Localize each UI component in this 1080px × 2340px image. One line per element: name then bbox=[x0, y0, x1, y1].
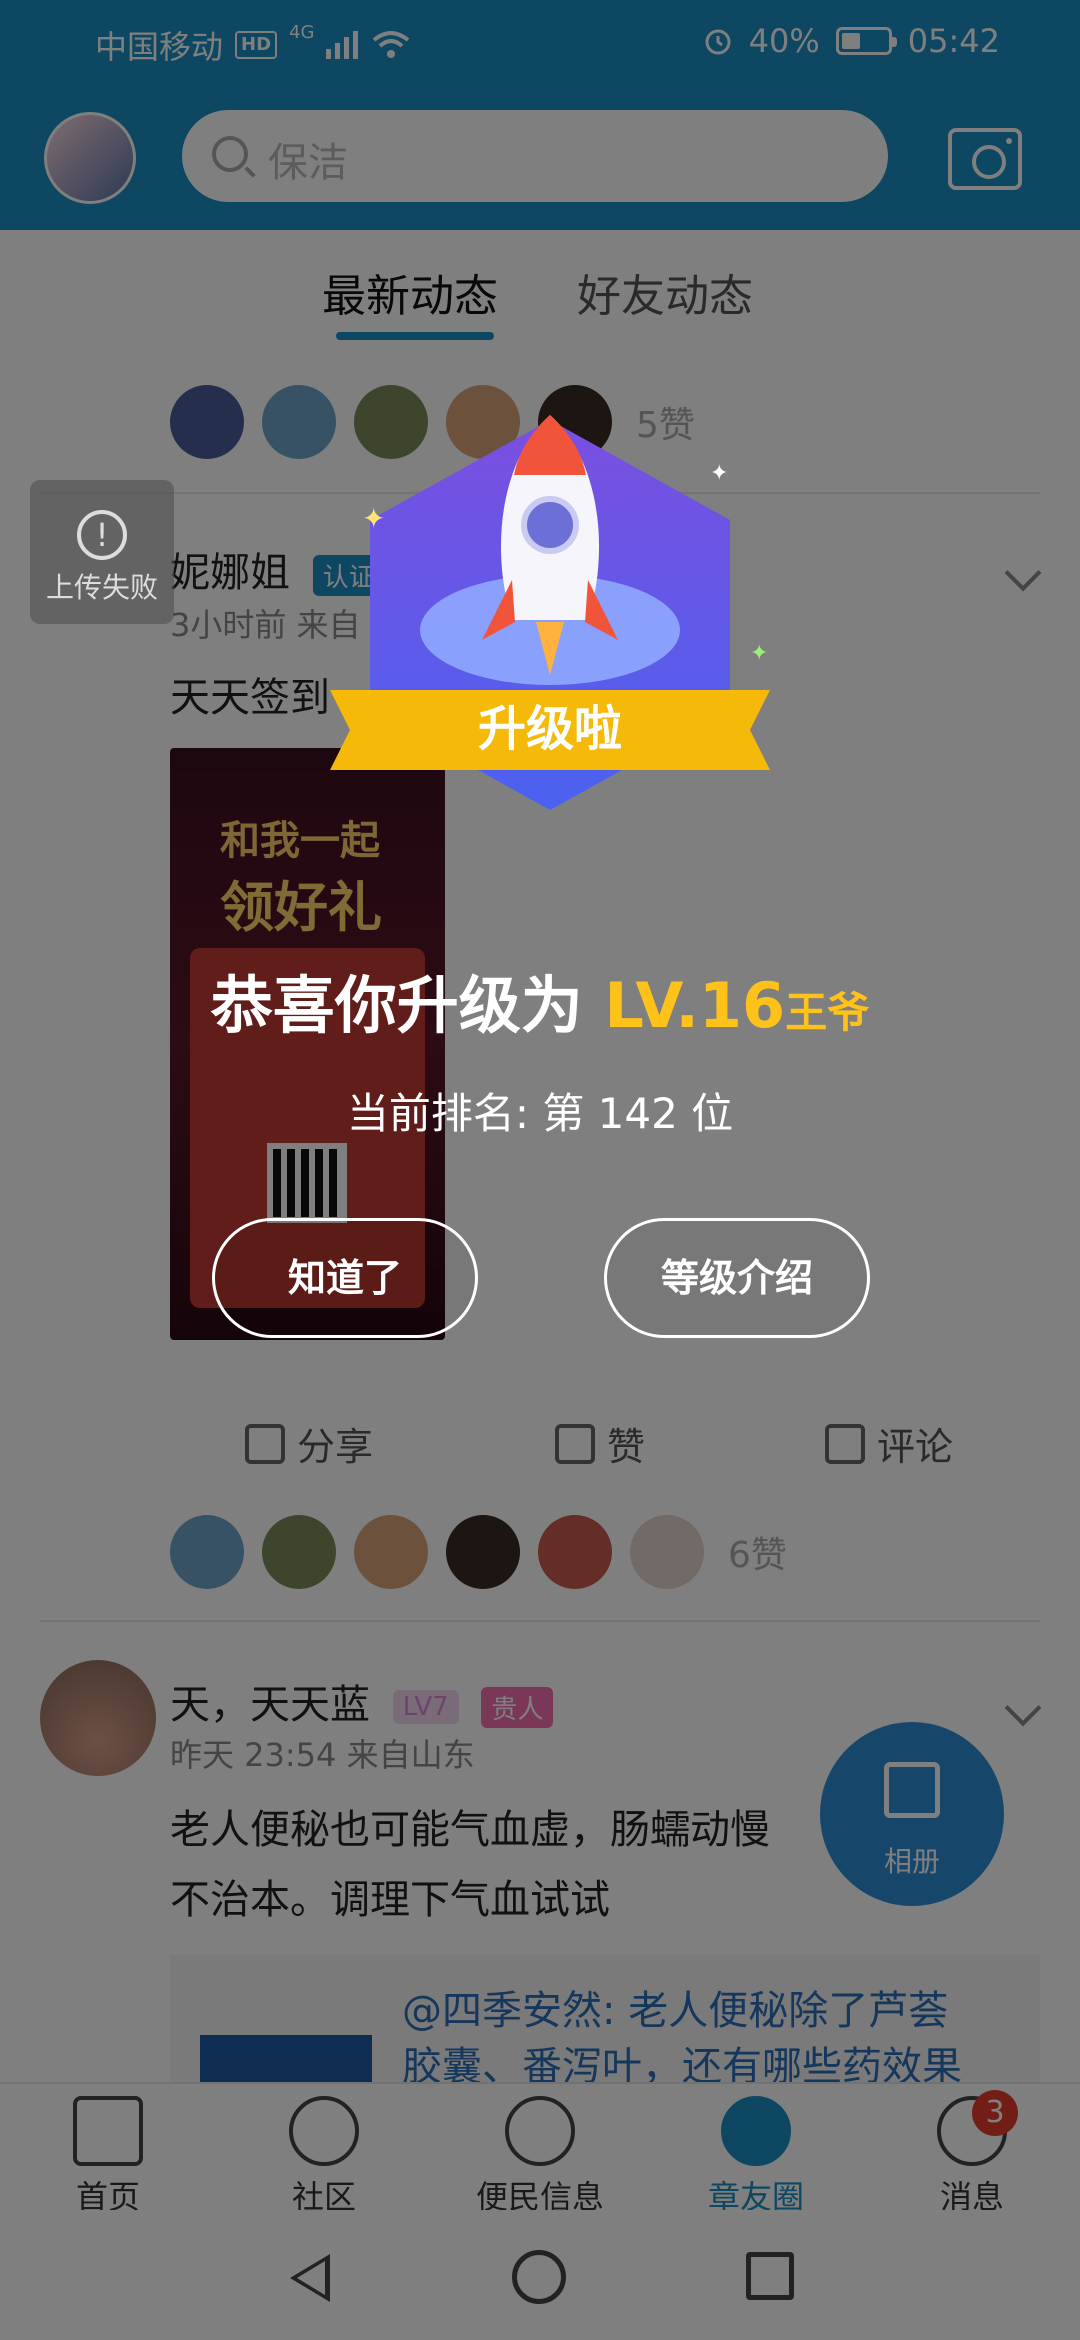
rank-name: 王爷 bbox=[785, 988, 870, 1037]
level-intro-button[interactable]: 等级介绍 bbox=[604, 1218, 870, 1338]
ribbon-text: 升级啦 bbox=[478, 701, 622, 757]
level-up-badge: 升级啦 ✦ ✦ ✦ bbox=[330, 415, 770, 810]
level-value: LV.16 bbox=[604, 969, 786, 1042]
got-it-button[interactable]: 知道了 bbox=[212, 1218, 478, 1338]
sparkle-icon: ✦ bbox=[362, 502, 385, 535]
modal-backdrop[interactable] bbox=[0, 0, 1080, 2340]
toast-label: 上传失败 bbox=[45, 571, 158, 604]
level-up-title: 恭喜你升级为 LV.16王爷 bbox=[0, 955, 1080, 1045]
sparkle-icon: ✦ bbox=[710, 461, 728, 486]
upload-failed-toast: ! 上传失败 bbox=[30, 480, 174, 624]
current-rank: 当前排名: 第 142 位 bbox=[346, 1089, 734, 1138]
warning-icon: ! bbox=[77, 510, 127, 560]
title-prefix: 恭喜你升级为 bbox=[210, 969, 605, 1042]
sparkle-icon: ✦ bbox=[750, 641, 768, 666]
